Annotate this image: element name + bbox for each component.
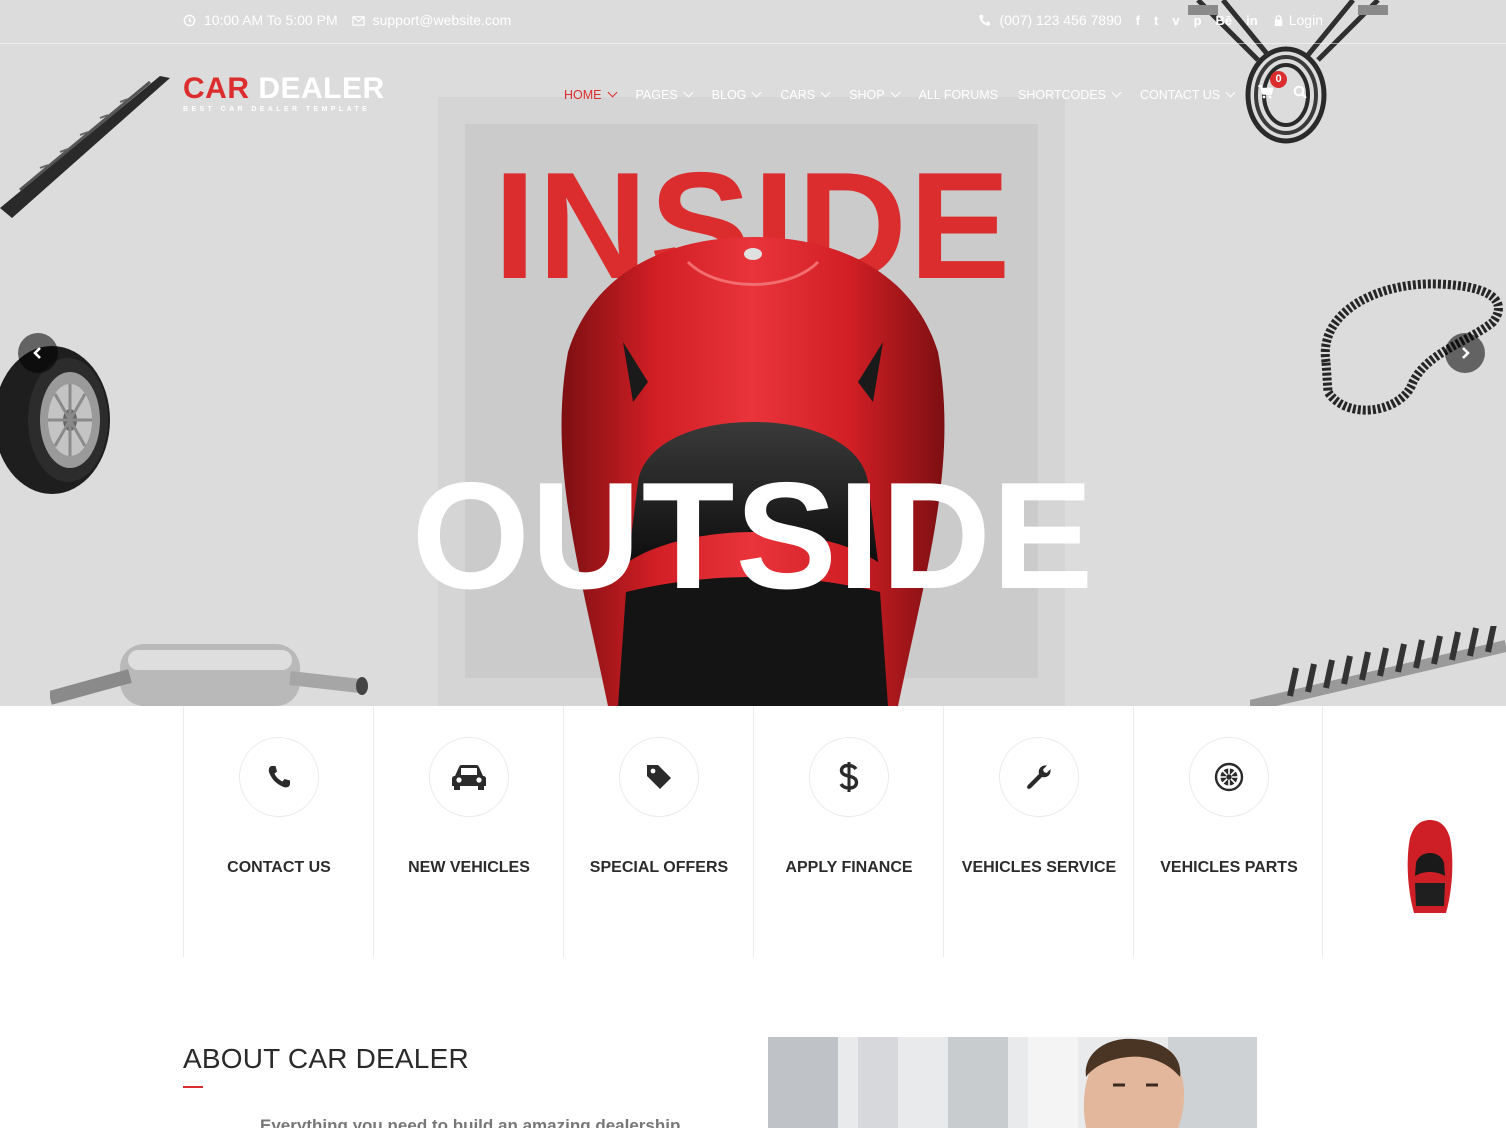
nav-item-home[interactable]: HOME xyxy=(564,87,617,102)
service-label: SPECIAL OFFERS xyxy=(589,859,729,876)
chevron-down-icon xyxy=(820,87,831,98)
service-icon-circle xyxy=(999,737,1079,817)
nav-item-all-forums[interactable]: ALL FORUMS xyxy=(919,88,998,102)
salesman-photo xyxy=(768,1037,1257,1128)
service-label: APPLY FINANCE xyxy=(785,859,913,876)
nav-item-blog[interactable]: BLOG xyxy=(711,87,762,102)
shock-absorber-image xyxy=(1250,626,1506,706)
chevron-down-icon xyxy=(890,87,901,98)
services-row: CONTACT US NEW VEHICLES SPECIAL OFFERS A… xyxy=(183,706,1323,957)
service-icon-circle xyxy=(239,737,319,817)
nav-label-shop: SHOP xyxy=(849,87,885,102)
nav-item-cars[interactable]: CARS xyxy=(780,87,831,102)
service-label: NEW VEHICLES xyxy=(408,859,530,876)
logo-tagline: BEST CAR DEALER TEMPLATE xyxy=(183,106,371,113)
hero-headline-outside: OUTSIDE xyxy=(411,451,1095,621)
logo-wordmark: CAR DEALER xyxy=(183,74,385,104)
service-icon-circle xyxy=(809,737,889,817)
top-bar: 10:00 AM To 5:00 PM support@website.com … xyxy=(0,0,1506,44)
business-hours: 10:00 AM To 5:00 PM xyxy=(204,12,338,28)
tag-icon xyxy=(647,765,671,789)
twitter-icon[interactable]: t xyxy=(1154,13,1158,28)
nav-item-shop[interactable]: SHOP xyxy=(849,87,901,102)
nav-label-home: HOME xyxy=(564,87,602,102)
login-label: Login xyxy=(1288,12,1323,28)
wheel-icon xyxy=(1214,762,1244,792)
chevron-right-icon xyxy=(1462,347,1470,359)
phone-number-text: (007) 123 456 7890 xyxy=(999,12,1122,28)
nav-label-cars: CARS xyxy=(780,87,816,102)
chevron-down-icon xyxy=(1111,87,1122,98)
wrench-icon xyxy=(1027,765,1051,789)
search-icon xyxy=(1293,85,1307,99)
muffler-image xyxy=(50,644,368,706)
cart-count-badge: 0 xyxy=(1270,71,1288,88)
site-logo[interactable]: CAR DEALER BEST CAR DEALER TEMPLATE xyxy=(183,74,385,114)
service-icon-circle xyxy=(1189,737,1269,817)
back-to-top-car-button[interactable] xyxy=(1404,818,1456,915)
service-icon-circle xyxy=(429,737,509,817)
nav-label-pages: PAGES xyxy=(635,87,678,102)
dollar-icon xyxy=(839,762,859,792)
top-bar-right: (007) 123 456 7890 f t v p Bē in Login xyxy=(978,12,1323,28)
service-vehicles-service[interactable]: VEHICLES SERVICE xyxy=(943,706,1133,957)
service-label: VEHICLES SERVICE xyxy=(961,859,1117,876)
phone-icon xyxy=(268,766,290,788)
nav-item-pages[interactable]: PAGES xyxy=(635,87,694,102)
about-heading-underline xyxy=(183,1086,203,1088)
cart-button[interactable]: 0 xyxy=(1258,71,1288,104)
service-apply-finance[interactable]: APPLY FINANCE xyxy=(753,706,943,957)
envelope-icon xyxy=(351,15,365,26)
vimeo-icon[interactable]: v xyxy=(1172,13,1179,28)
top-bar-contact: 10:00 AM To 5:00 PM support@website.com xyxy=(183,12,511,28)
nav-label-all-forums: ALL FORUMS xyxy=(918,87,998,102)
service-label: VEHICLES PARTS xyxy=(1160,859,1298,876)
chevron-down-icon xyxy=(1225,87,1236,98)
search-button[interactable] xyxy=(1293,85,1307,104)
chevron-left-icon xyxy=(33,347,41,359)
car-icon xyxy=(452,765,486,790)
service-icon-circle xyxy=(619,737,699,817)
service-contact-us[interactable]: CONTACT US xyxy=(183,706,373,957)
support-email-link[interactable]: support@website.com xyxy=(373,12,512,28)
behance-icon[interactable]: Bē xyxy=(1216,13,1233,28)
linkedin-icon[interactable]: in xyxy=(1246,13,1258,28)
nav-item-contact-us[interactable]: CONTACT US xyxy=(1139,87,1236,102)
chevron-down-icon xyxy=(683,87,694,98)
slider-prev-button[interactable] xyxy=(18,333,58,373)
about-heading: ABOUT CAR DEALER xyxy=(183,1043,469,1074)
service-special-offers[interactable]: SPECIAL OFFERS xyxy=(563,706,753,957)
phone-icon xyxy=(979,14,991,26)
service-new-vehicles[interactable]: NEW VEHICLES xyxy=(373,706,563,957)
chevron-down-icon xyxy=(751,87,762,98)
nav-item-shortcodes[interactable]: SHORTCODES xyxy=(1018,87,1122,102)
phone-number[interactable]: (007) 123 456 7890 xyxy=(978,12,1122,28)
lock-icon xyxy=(1274,14,1282,26)
clock-icon xyxy=(183,14,196,26)
nav-label-contact-us: CONTACT US xyxy=(1139,87,1221,102)
logo-car-text: CAR xyxy=(183,72,250,105)
service-vehicles-parts[interactable]: VEHICLES PARTS xyxy=(1133,706,1323,957)
pinterest-icon[interactable]: p xyxy=(1194,13,1202,28)
main-navigation: HOME PAGES BLOG CARS SHOP ALL FORUMS SHO… xyxy=(564,71,1307,104)
about-intro-text: Everything you need to build an amazing … xyxy=(260,1116,681,1128)
cart-icon xyxy=(1258,85,1274,99)
service-label: CONTACT US xyxy=(227,859,331,876)
nav-label-shortcodes: SHORTCODES xyxy=(1018,87,1106,102)
facebook-icon[interactable]: f xyxy=(1136,13,1140,28)
slider-next-button[interactable] xyxy=(1445,333,1485,373)
logo-dealer-text: DEALER xyxy=(258,72,385,105)
login-link[interactable]: Login xyxy=(1272,12,1323,28)
nav-label-blog: BLOG xyxy=(711,87,747,102)
chevron-down-icon xyxy=(607,87,617,98)
